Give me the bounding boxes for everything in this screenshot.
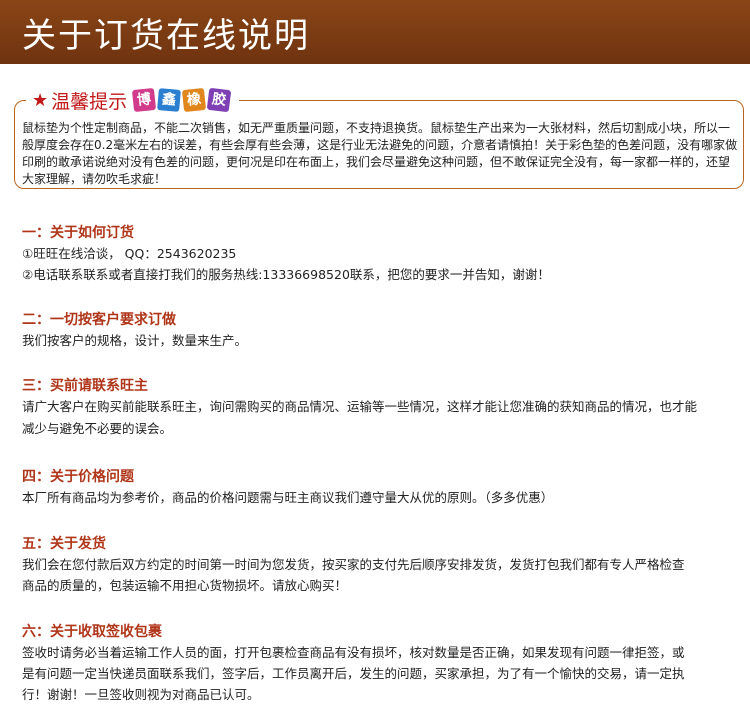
- brand-badge-2: 鑫: [157, 88, 182, 112]
- section-line: 减少与避免不必要的误会。: [22, 421, 173, 436]
- section-title-price: 四：关于价格问题: [22, 469, 134, 485]
- section-line: 行！谢谢！一旦签收则视为对商品已认可。: [22, 687, 260, 702]
- header-banner: 关于订货在线说明: [0, 0, 750, 64]
- section-line: 我们按客户的规格，设计，数量来生产。: [22, 333, 248, 348]
- section-line: 签收时请务必当着运输工作人员的面，打开包裹检查商品有没有损坏，核对数量是否正确，…: [22, 645, 685, 660]
- star-icon: ★: [32, 89, 49, 111]
- notice-title: 温馨提示: [51, 90, 128, 113]
- section-line: ②电话联系联系或者直接打我们的服务热线:13336698520联系，把您的要求一…: [22, 267, 550, 282]
- section-title-shipping: 五：关于发货: [22, 536, 106, 552]
- section-line: 本厂所有商品均为参考价，商品的价格问题需与旺主商议我们遵守量大从优的原则。（多多…: [22, 490, 554, 505]
- section-title-receipt: 六：关于收取签收包裹: [22, 624, 162, 640]
- section-line: 请广大客户在购买前能联系旺主，询问需购买的商品情况、运输等一些情况，这样才能让您…: [22, 399, 698, 414]
- brand-badge-1: 博: [132, 87, 157, 113]
- section-line: 是有问题一定当快递员面联系我们，签字后，工作员离开后，发生的问题，买家承担，为了…: [22, 666, 685, 681]
- section-title-custom: 二：一切按客户要求订做: [22, 312, 176, 328]
- page-title: 关于订货在线说明: [22, 16, 310, 56]
- section-line: ①旺旺在线洽谈， QQ：2543620235: [22, 246, 237, 261]
- notice-text: 鼠标垫为个性定制商品，不能二次销售，如无严重质量问题，不支持退换货。鼠标垫生产出…: [22, 121, 738, 186]
- section-line: 我们会在您付款后双方约定的时间第一时间为您发货，按买家的支付先后顺序安排发货，发…: [22, 557, 685, 572]
- brand-badge-4: 胶: [206, 87, 232, 113]
- section-line: 商品的质量的，包装运输不用担心货物损坏。请放心购买！: [22, 578, 348, 593]
- brand-badge-3: 橡: [182, 87, 207, 113]
- section-title-contact: 三：买前请联系旺主: [22, 378, 148, 394]
- notice-header: ★ 温馨提示 博 鑫 橡 胶: [26, 83, 240, 117]
- section-title-ordering: 一：关于如何订货: [22, 225, 134, 241]
